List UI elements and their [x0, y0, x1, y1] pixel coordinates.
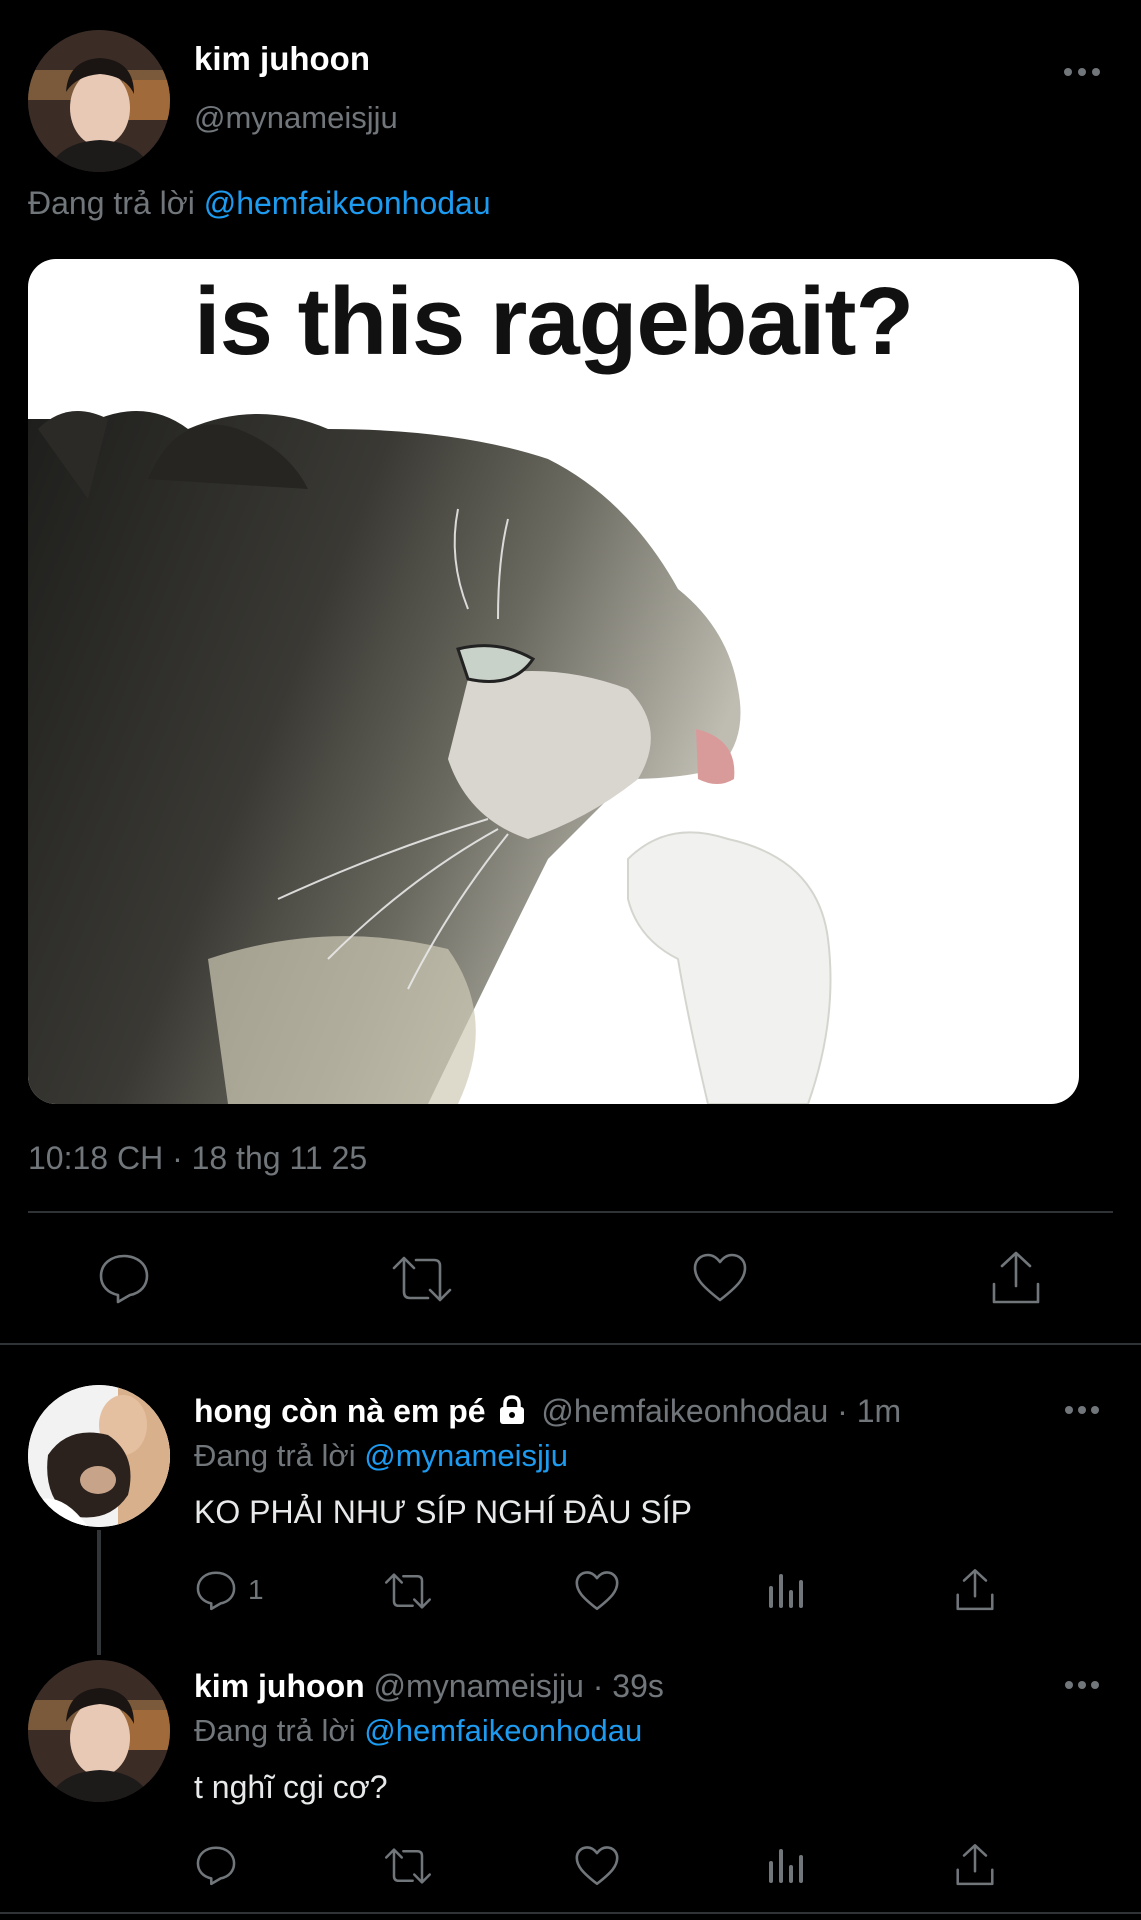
like-button[interactable] — [692, 1252, 748, 1304]
views-icon — [769, 1849, 803, 1883]
like-button[interactable] — [574, 1845, 620, 1887]
reply-button[interactable] — [96, 1250, 152, 1306]
replying-label: Đang trả lời — [194, 1713, 356, 1748]
lock-icon — [496, 1394, 528, 1426]
reply-text: t nghĩ cgi cơ? — [194, 1769, 388, 1805]
user-handle[interactable]: @mynameisjju — [194, 100, 398, 136]
reply-header: hong còn nà em pé @hemfaikeonhodau · 1m — [194, 1393, 901, 1430]
share-button[interactable] — [954, 1843, 996, 1887]
reply-time[interactable]: · 1m — [837, 1393, 901, 1429]
display-name[interactable]: kim juhoon — [194, 1668, 365, 1704]
replying-label: Đang trả lời — [28, 185, 195, 221]
replying-to-link[interactable]: @hemfaikeonhodau — [364, 1713, 642, 1748]
share-button[interactable] — [990, 1250, 1042, 1306]
more-icon[interactable] — [1064, 1404, 1100, 1416]
avatar[interactable] — [28, 30, 170, 172]
share-icon — [992, 1251, 1040, 1304]
views-button[interactable] — [766, 1570, 806, 1610]
reply-text: KO PHẢI NHƯ SÍP NGHÍ ĐÂU SÍP — [194, 1494, 692, 1530]
share-button[interactable] — [954, 1568, 996, 1612]
section-divider — [0, 1343, 1141, 1345]
views-icon — [769, 1574, 803, 1608]
replying-to-link[interactable]: @hemfaikeonhodau — [204, 185, 491, 221]
reply-header: kim juhoon @mynameisjju · 39s — [194, 1668, 664, 1705]
retweet-button[interactable] — [382, 1845, 434, 1887]
like-button[interactable] — [574, 1570, 620, 1612]
like-icon — [575, 1571, 619, 1611]
retweet-icon — [384, 1573, 432, 1609]
retweet-icon — [384, 1848, 432, 1884]
more-icon[interactable] — [1062, 66, 1102, 78]
views-button[interactable] — [766, 1845, 806, 1885]
replying-to-link[interactable]: @mynameisjju — [364, 1438, 568, 1473]
share-icon — [956, 1569, 994, 1611]
tweet-timestamp[interactable]: 10:18 CH · 18 thg 11 25 — [28, 1140, 367, 1177]
reply-icon — [99, 1254, 149, 1304]
replying-label: Đang trả lời — [194, 1438, 356, 1473]
avatar[interactable] — [28, 1385, 170, 1527]
reply-button[interactable] — [194, 1843, 238, 1887]
replying-to-line: Đang trả lời @hemfaikeonhodau — [194, 1713, 642, 1749]
divider — [28, 1211, 1113, 1213]
retweet-button[interactable] — [382, 1570, 434, 1612]
like-icon — [693, 1253, 747, 1302]
user-handle[interactable]: @mynameisjju — [374, 1668, 584, 1704]
display-name[interactable]: kim juhoon — [194, 40, 370, 78]
reply-icon — [196, 1571, 236, 1611]
reply-icon — [196, 1846, 236, 1886]
replying-to-line: Đang trả lời @mynameisjju — [194, 1438, 568, 1474]
retweet-icon — [392, 1256, 452, 1302]
display-name[interactable]: hong còn nà em pé — [194, 1393, 486, 1429]
thread-line — [97, 1530, 101, 1655]
tweet-media[interactable]: is this ragebait? — [28, 259, 1079, 1104]
user-handle[interactable]: @hemfaikeonhodau — [541, 1393, 828, 1429]
retweet-button[interactable] — [390, 1252, 454, 1306]
cat-image — [28, 411, 832, 1104]
like-icon — [575, 1846, 619, 1886]
reply-time[interactable]: · 39s — [593, 1668, 664, 1704]
reply-button[interactable]: 1 — [194, 1568, 284, 1612]
reply-count: 1 — [248, 1574, 264, 1605]
avatar[interactable] — [28, 1660, 170, 1802]
bottom-divider — [0, 1912, 1141, 1914]
more-icon[interactable] — [1064, 1679, 1100, 1691]
share-icon — [956, 1844, 994, 1886]
replying-to-line: Đang trả lời @hemfaikeonhodau — [28, 185, 491, 222]
